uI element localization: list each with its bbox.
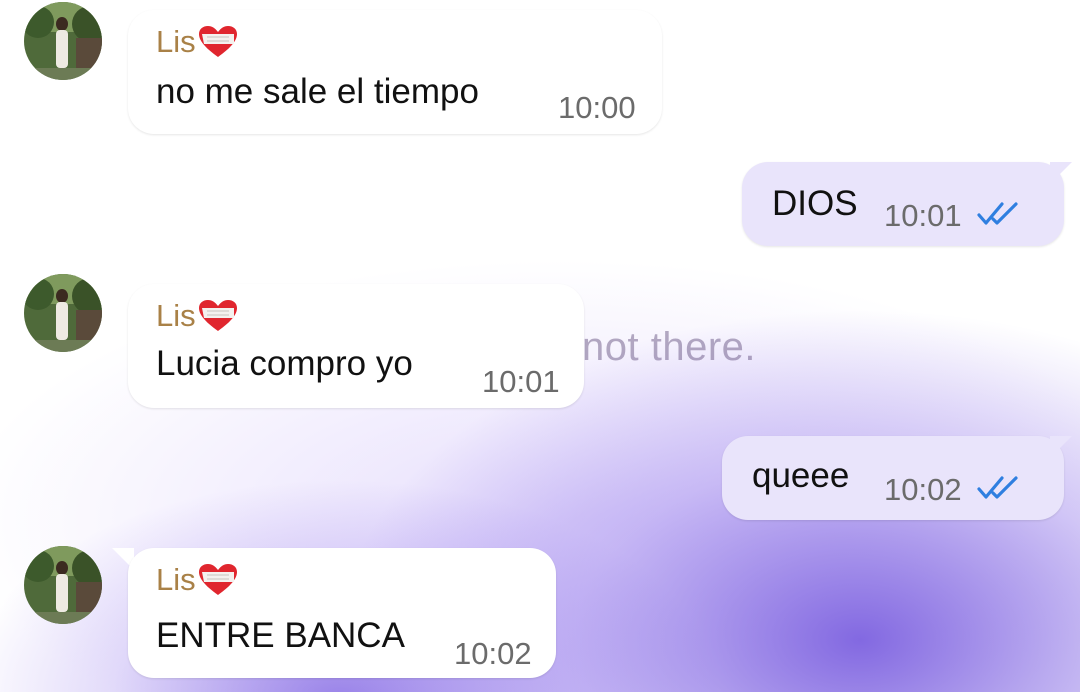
sender-label: Lis xyxy=(156,298,196,333)
bubble-tail xyxy=(1050,436,1072,458)
sender-label: Lis xyxy=(156,562,196,597)
wallpaper-text: not there. xyxy=(582,325,757,369)
message-bubble-incoming[interactable]: Lis no me sale el tiempo 10:00 xyxy=(128,10,662,134)
sender-name[interactable]: Lis xyxy=(156,562,238,598)
message-text: queee xyxy=(752,456,850,495)
message-text: DIOS xyxy=(772,184,858,223)
sender-label: Lis xyxy=(156,24,196,59)
message-bubble-outgoing[interactable]: DIOS 10:01 xyxy=(742,162,1064,246)
bubble-tail xyxy=(1050,162,1072,184)
avatar[interactable] xyxy=(24,2,102,80)
avatar[interactable] xyxy=(24,274,102,352)
message-time: 10:02 xyxy=(884,472,962,507)
heart-bandage-icon xyxy=(198,26,237,57)
message-time: 10:00 xyxy=(558,90,636,125)
double-check-icon xyxy=(977,476,1018,499)
sender-name[interactable]: Lis xyxy=(156,298,238,334)
heart-bandage-icon xyxy=(198,564,237,595)
message-bubble-outgoing[interactable]: queee 10:02 xyxy=(722,436,1064,520)
sender-name[interactable]: Lis xyxy=(156,24,238,60)
heart-bandage-icon xyxy=(198,300,237,331)
message-text: no me sale el tiempo xyxy=(156,72,479,111)
message-text: Lucia compro yo xyxy=(156,344,413,383)
double-check-icon xyxy=(977,202,1018,225)
message-bubble-incoming[interactable]: Lis ENTRE BANCA 10:02 xyxy=(128,548,556,678)
message-time: 10:02 xyxy=(454,636,532,671)
message-text: ENTRE BANCA xyxy=(156,616,405,655)
avatar[interactable] xyxy=(24,546,102,624)
message-bubble-incoming[interactable]: Lis Lucia compro yo 10:01 xyxy=(128,284,584,408)
message-time: 10:01 xyxy=(884,198,962,233)
message-time: 10:01 xyxy=(482,364,560,399)
